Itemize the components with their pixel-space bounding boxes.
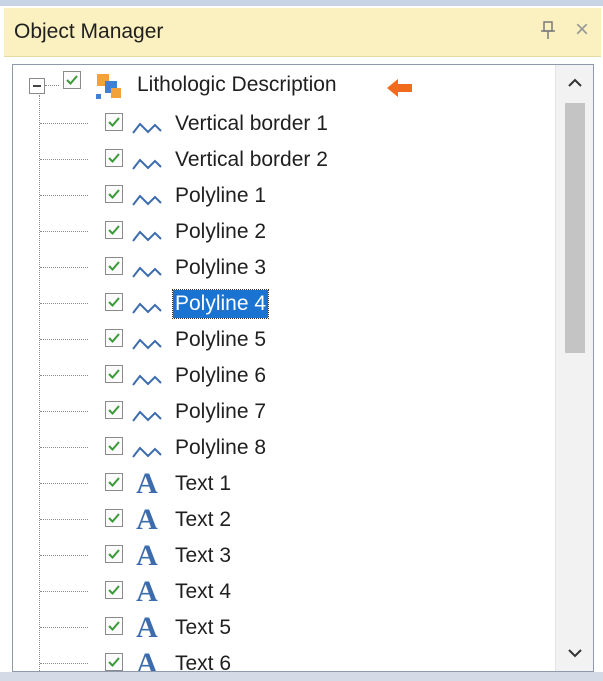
panel-title-bar[interactable]: Object Manager × — [4, 8, 601, 57]
tree-connector — [40, 303, 88, 304]
polyline-icon — [131, 191, 163, 209]
item-checkbox[interactable] — [105, 401, 123, 419]
tree-item-label[interactable]: Text 3 — [175, 542, 231, 570]
tree-item-label[interactable]: Polyline 5 — [175, 326, 266, 354]
object-manager-panel: Object Manager × Lithologic Description … — [0, 0, 603, 681]
item-checkbox[interactable] — [105, 221, 123, 239]
tree-item-label[interactable]: Text 5 — [175, 614, 231, 642]
orange-arrow-icon — [387, 79, 413, 97]
item-checkbox[interactable] — [105, 473, 123, 491]
item-checkbox[interactable] — [105, 617, 123, 635]
tree-guide-line — [39, 95, 40, 671]
tree-item-label[interactable]: Vertical border 2 — [175, 146, 328, 174]
vertical-scrollbar[interactable] — [555, 65, 593, 671]
polyline-icon — [131, 227, 163, 245]
tree-item-label[interactable]: Polyline 6 — [175, 362, 266, 390]
item-checkbox[interactable] — [105, 653, 123, 671]
polyline-icon — [131, 443, 163, 461]
scrollbar-thumb[interactable] — [565, 103, 585, 353]
item-checkbox[interactable] — [105, 545, 123, 563]
chevron-up-icon[interactable] — [556, 65, 593, 101]
object-tree[interactable]: Lithologic Description Vertical border 1… — [12, 64, 594, 672]
item-checkbox[interactable] — [105, 293, 123, 311]
tree-connector — [40, 411, 88, 412]
tree-connector — [40, 627, 88, 628]
layer-stack-icon — [95, 72, 125, 100]
tree-connector — [40, 195, 88, 196]
tree-item-label[interactable]: Polyline 4 — [171, 289, 270, 319]
collapse-toggle-icon[interactable] — [29, 78, 45, 94]
close-icon[interactable]: × — [575, 18, 589, 42]
item-checkbox[interactable] — [105, 365, 123, 383]
text-icon: A — [136, 539, 158, 572]
tree-item-label[interactable]: Polyline 2 — [175, 218, 266, 246]
tree-connector — [40, 447, 88, 448]
item-checkbox[interactable] — [105, 149, 123, 167]
chevron-down-icon[interactable] — [556, 635, 593, 671]
tree-connector — [40, 159, 88, 160]
tree-viewport: Lithologic Description Vertical border 1… — [13, 65, 553, 671]
tree-root-label[interactable]: Lithologic Description — [137, 71, 337, 99]
root-connector — [45, 85, 59, 86]
polyline-icon — [131, 155, 163, 173]
tree-item-label[interactable]: Text 6 — [175, 650, 231, 671]
panel-bottom-border — [0, 672, 603, 681]
polyline-icon — [131, 119, 163, 137]
root-checkbox[interactable] — [63, 71, 81, 89]
tree-connector — [40, 591, 88, 592]
polyline-icon — [131, 335, 163, 353]
tree-connector — [40, 375, 88, 376]
tree-connector — [40, 231, 88, 232]
text-icon: A — [136, 611, 158, 644]
tree-item-label[interactable]: Vertical border 1 — [175, 110, 328, 138]
item-checkbox[interactable] — [105, 581, 123, 599]
tree-item-label[interactable]: Text 2 — [175, 506, 231, 534]
tree-connector — [40, 267, 88, 268]
panel-title: Object Manager — [14, 20, 164, 43]
tree-connector — [40, 555, 88, 556]
text-icon: A — [136, 647, 158, 672]
item-checkbox[interactable] — [105, 509, 123, 527]
item-checkbox[interactable] — [105, 185, 123, 203]
polyline-icon — [131, 299, 163, 317]
tree-item-label[interactable]: Polyline 1 — [175, 182, 266, 210]
item-checkbox[interactable] — [105, 437, 123, 455]
pin-icon[interactable] — [539, 20, 557, 42]
polyline-icon — [131, 407, 163, 425]
item-checkbox[interactable] — [105, 329, 123, 347]
text-icon: A — [136, 467, 158, 500]
polyline-icon — [131, 371, 163, 389]
tree-item-label[interactable]: Text 4 — [175, 578, 231, 606]
tree-connector — [40, 519, 88, 520]
tree-item-label[interactable]: Polyline 3 — [175, 254, 266, 282]
tree-connector — [40, 339, 88, 340]
tree-item-label[interactable]: Polyline 8 — [175, 434, 266, 462]
polyline-icon — [131, 263, 163, 281]
item-checkbox[interactable] — [105, 257, 123, 275]
tree-item-label[interactable]: Text 1 — [175, 470, 231, 498]
tree-connector — [40, 663, 88, 664]
text-icon: A — [136, 575, 158, 608]
tree-connector — [40, 123, 88, 124]
panel-top-border — [0, 0, 603, 6]
text-icon: A — [136, 503, 158, 536]
item-checkbox[interactable] — [105, 113, 123, 131]
tree-connector — [40, 483, 88, 484]
tree-item-label[interactable]: Polyline 7 — [175, 398, 266, 426]
